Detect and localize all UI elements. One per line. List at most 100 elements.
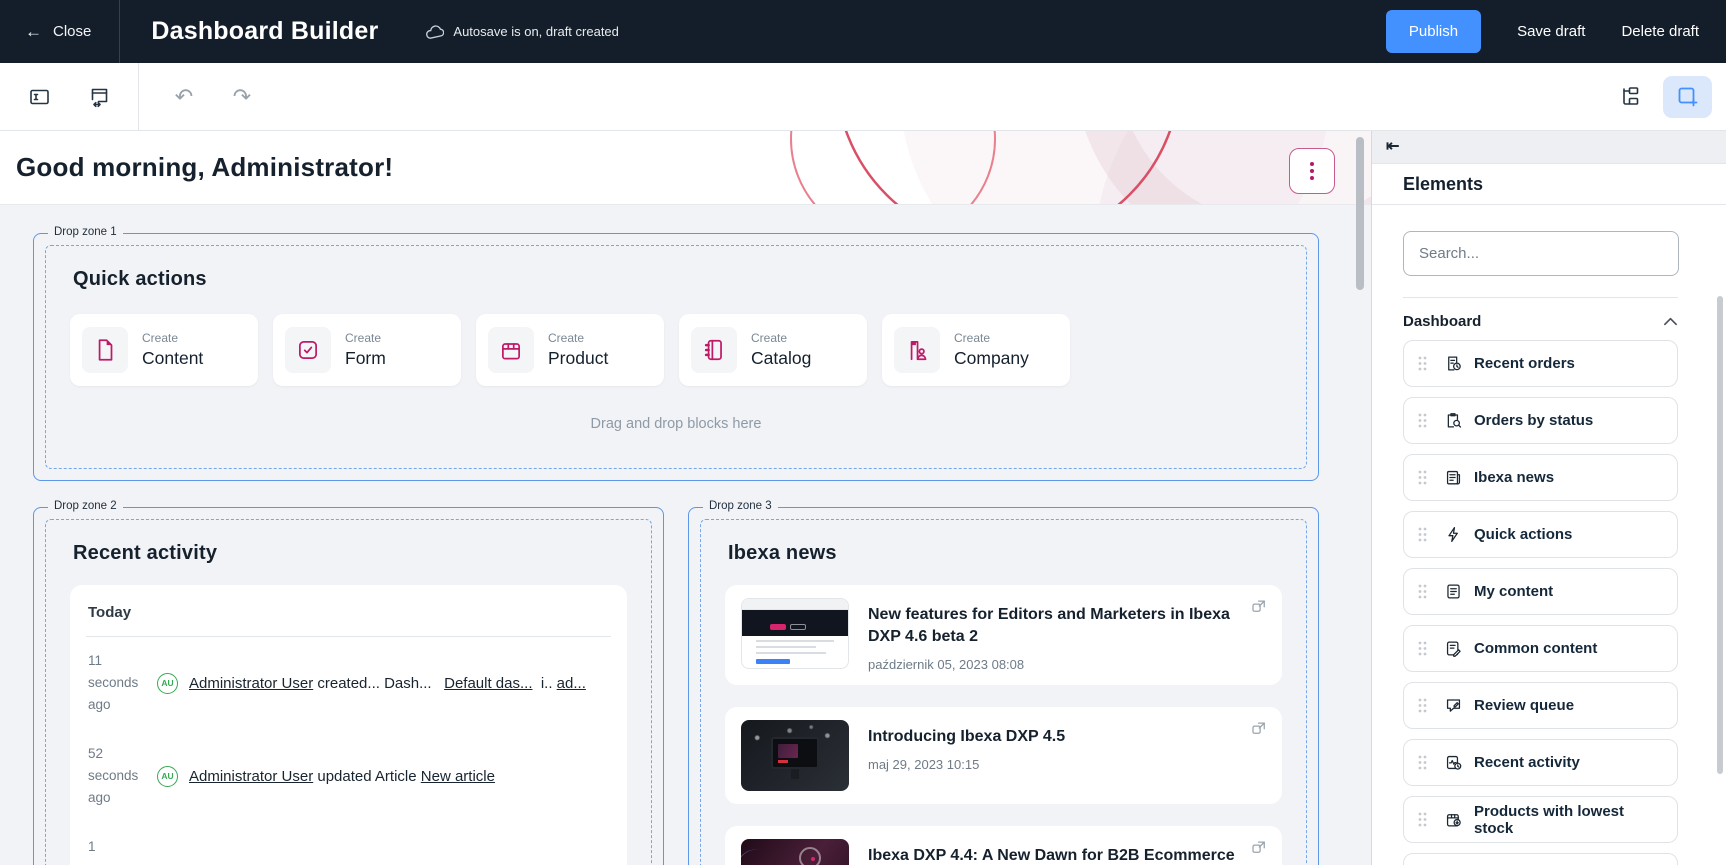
- quick-action-card-form[interactable]: CreateForm: [273, 314, 461, 386]
- activity-description: Administrator User updated Article New a…: [189, 766, 495, 787]
- canvas-scroll-area[interactable]: Drop zone 1 Quick actions CreateContentC…: [0, 205, 1371, 865]
- drag-handle[interactable]: [1418, 755, 1427, 770]
- external-link-icon: [1250, 597, 1268, 615]
- activity-timestamp: 11 seconds ago: [88, 650, 146, 716]
- quick-action-card-catalog[interactable]: CreateCatalog: [679, 314, 867, 386]
- element-item-ibexa-news[interactable]: Ibexa news: [1403, 454, 1678, 501]
- activity-link[interactable]: Default das...: [444, 675, 532, 692]
- activity-link[interactable]: ad...: [557, 675, 586, 692]
- redo-button[interactable]: ↷: [225, 80, 259, 114]
- activity-link[interactable]: Administrator User: [189, 675, 313, 692]
- news-card[interactable]: Introducing Ibexa DXP 4.5maj 29, 2023 10…: [725, 707, 1282, 804]
- drop-zone-2[interactable]: Drop zone 2 Recent activity Today 11 sec…: [33, 507, 664, 865]
- drag-handle[interactable]: [1418, 527, 1427, 542]
- drag-handle[interactable]: [1418, 470, 1427, 485]
- quick-action-label: Form: [345, 348, 386, 369]
- save-draft-button[interactable]: Save draft: [1517, 23, 1585, 40]
- elements-sidebar: ⇤ Elements Dashboard Recent ordersOrders…: [1371, 131, 1726, 865]
- activity-link[interactable]: New article: [421, 768, 495, 785]
- drag-handle[interactable]: [1418, 413, 1427, 428]
- element-item-products-with-lowest-stock[interactable]: Products with lowest stock: [1403, 796, 1678, 843]
- news-card[interactable]: New features for Editors and Marketers i…: [725, 585, 1282, 685]
- quick-action-text: CreateContent: [142, 331, 203, 369]
- main-vertical-scrollbar[interactable]: [1356, 137, 1364, 290]
- layout-resize-icon: [87, 85, 112, 109]
- drop-zone-1[interactable]: Drop zone 1 Quick actions CreateContentC…: [33, 233, 1319, 481]
- element-item-recent-activity[interactable]: Recent activity: [1403, 739, 1678, 786]
- drag-handle[interactable]: [1418, 698, 1427, 713]
- drag-handle[interactable]: [1418, 812, 1427, 827]
- collapse-sidebar-button[interactable]: ⇤: [1386, 139, 1399, 155]
- drop-zone-row: Drop zone 2 Recent activity Today 11 sec…: [33, 507, 1319, 865]
- quick-action-card-content[interactable]: CreateContent: [70, 314, 258, 386]
- elements-search-input[interactable]: [1403, 231, 1679, 276]
- recent-activity-title: Recent activity: [73, 542, 627, 565]
- app-title: Dashboard Builder: [151, 17, 378, 46]
- quick-action-icon-tile: [488, 327, 534, 373]
- news-thumbnail: [741, 720, 849, 791]
- drop-zone-3[interactable]: Drop zone 3 Ibexa news New features for …: [688, 507, 1319, 865]
- news-thumbnail: [741, 839, 849, 865]
- dashboard-section-header[interactable]: Dashboard: [1403, 306, 1678, 336]
- drag-handle[interactable]: [1418, 356, 1427, 371]
- drop-hint-text: Drag and drop blocks here: [70, 416, 1282, 432]
- page-options-button[interactable]: [1289, 148, 1335, 194]
- drag-handle-icon: [1418, 584, 1427, 599]
- catalog-icon: [701, 337, 727, 363]
- close-button[interactable]: ← Close: [0, 0, 120, 63]
- element-item-label: Review queue: [1474, 697, 1574, 714]
- dashboard-builder-app: { "topbar": { "close_label": "Close", "t…: [0, 0, 1726, 865]
- element-item-orders-by-status[interactable]: Orders by status: [1403, 397, 1678, 444]
- quick-action-label: Catalog: [751, 348, 811, 369]
- activity-link[interactable]: Administrator User: [189, 768, 313, 785]
- drop-zone-1-area: Quick actions CreateContentCreateFormCre…: [45, 245, 1307, 469]
- open-news-link-button[interactable]: [1250, 719, 1268, 737]
- element-item-my-content[interactable]: My content: [1403, 568, 1678, 615]
- activity-row: 52 seconds agoAUAdministrator User updat…: [86, 730, 611, 823]
- add-block-button[interactable]: [1663, 76, 1712, 118]
- quick-action-card-product[interactable]: CreateProduct: [476, 314, 664, 386]
- element-item-partial[interactable]: [1403, 853, 1678, 865]
- element-item-review-queue[interactable]: Review queue: [1403, 682, 1678, 729]
- activity-text: created... Dash...: [313, 675, 444, 692]
- quick-action-card-company[interactable]: CreateCompany: [882, 314, 1070, 386]
- element-item-label: Ibexa news: [1474, 469, 1554, 486]
- activity-text: updated Article: [313, 768, 421, 785]
- quick-action-kicker: Create: [142, 331, 203, 345]
- element-item-common-content[interactable]: Common content: [1403, 625, 1678, 672]
- news-card[interactable]: Ibexa DXP 4.4: A New Dawn for B2B Ecomme…: [725, 826, 1282, 865]
- drag-handle[interactable]: [1418, 584, 1427, 599]
- structure-view-button[interactable]: [1613, 80, 1647, 114]
- quick-action-text: CreateCompany: [954, 331, 1029, 369]
- drop-zone-3-area: Ibexa news New features for Editors and …: [700, 519, 1307, 865]
- layout-switch-button[interactable]: [82, 80, 116, 114]
- quick-action-kicker: Create: [548, 331, 608, 345]
- back-arrow-icon: ←: [25, 23, 42, 40]
- news-body: Introducing Ibexa DXP 4.5maj 29, 2023 10…: [868, 720, 1065, 791]
- news-item-title: Introducing Ibexa DXP 4.5: [868, 720, 1065, 748]
- element-item-quick-actions[interactable]: Quick actions: [1403, 511, 1678, 558]
- undo-button[interactable]: ↶: [167, 80, 201, 114]
- open-news-link-button[interactable]: [1250, 597, 1268, 615]
- quick-actions-title: Quick actions: [73, 268, 1282, 291]
- form-icon: [295, 337, 321, 363]
- cloud-icon: [425, 24, 444, 40]
- recent-activity-icon: [1444, 753, 1463, 772]
- products-lowest-stock-icon: [1444, 810, 1463, 829]
- drag-handle-icon: [1418, 470, 1427, 485]
- element-item-recent-orders[interactable]: Recent orders: [1403, 340, 1678, 387]
- user-avatar: AU: [157, 673, 178, 694]
- open-news-link-button[interactable]: [1250, 838, 1268, 856]
- field-panel-toggle-button[interactable]: [22, 80, 56, 114]
- main-region: Good morning, Administrator! Drop zone 1…: [0, 131, 1726, 865]
- my-content-icon: [1444, 582, 1463, 601]
- sidebar-vertical-scrollbar[interactable]: [1717, 296, 1723, 774]
- recent-orders-icon: [1444, 354, 1463, 373]
- delete-draft-button[interactable]: Delete draft: [1621, 23, 1699, 40]
- quick-action-icon-tile: [894, 327, 940, 373]
- recent-activity-card: Today 11 seconds agoAUAdministrator User…: [70, 585, 627, 865]
- activity-row: 1: [86, 823, 611, 865]
- dashboard-section-label: Dashboard: [1403, 313, 1481, 330]
- publish-button[interactable]: Publish: [1386, 10, 1481, 53]
- drag-handle[interactable]: [1418, 641, 1427, 656]
